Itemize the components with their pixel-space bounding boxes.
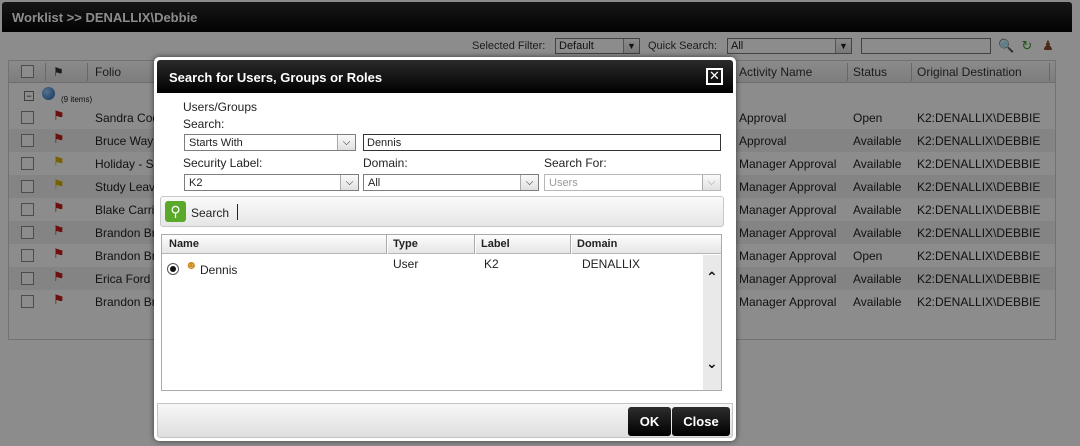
chevron-down-icon[interactable]: ⌄: [706, 355, 718, 372]
close-icon[interactable]: ✕: [706, 68, 723, 85]
result-name: Dennis: [200, 263, 238, 277]
result-radio[interactable]: [167, 263, 179, 275]
search-for-select: Users ⌵: [544, 174, 721, 191]
search-label: Search:: [183, 117, 225, 131]
name-column-header[interactable]: Name: [169, 238, 199, 250]
results-grid: Name Type Label Domain ☻ Dennis User K2 …: [161, 234, 722, 391]
security-label-select[interactable]: K2 ⌵: [184, 174, 359, 191]
type-column-header[interactable]: Type: [393, 238, 418, 250]
search-toolbar: ⚲ Search: [160, 196, 724, 227]
result-label: K2: [484, 257, 499, 271]
search-mode-select[interactable]: Starts With ⌵: [184, 134, 356, 151]
chevron-down-icon: ⌵: [520, 175, 538, 190]
search-icon[interactable]: ⚲: [165, 201, 186, 222]
chevron-up-icon[interactable]: ⌃: [706, 269, 718, 286]
search-users-dialog: Search for Users, Groups or Roles ✕ User…: [154, 57, 736, 441]
ok-button[interactable]: OK: [628, 407, 671, 436]
chevron-down-icon: ⌵: [337, 135, 355, 150]
result-type: User: [393, 257, 419, 271]
toolbar-divider: [237, 204, 238, 220]
dialog-title: Search for Users, Groups or Roles: [169, 70, 383, 85]
result-row[interactable]: ☻ Dennis User K2 DENALLIX: [162, 255, 702, 281]
dialog-footer: OK Close: [157, 403, 733, 438]
dialog-header: Search for Users, Groups or Roles: [157, 60, 733, 93]
search-button[interactable]: Search: [191, 206, 229, 220]
search-mode-value: Starts With: [189, 137, 243, 149]
security-label-value: K2: [189, 177, 203, 189]
search-for-label: Search For:: [544, 156, 607, 170]
domain-column-header[interactable]: Domain: [577, 238, 617, 250]
domain-select[interactable]: All ⌵: [363, 174, 539, 191]
users-groups-label: Users/Groups: [183, 100, 258, 114]
result-domain: DENALLIX: [582, 257, 641, 271]
results-header: Name Type Label Domain: [162, 235, 721, 254]
search-input-value: Dennis: [367, 137, 402, 149]
chevron-down-icon: ⌵: [702, 175, 720, 190]
user-icon: ☻: [185, 258, 198, 272]
search-input[interactable]: Dennis: [363, 134, 721, 151]
results-scrollbar[interactable]: ⌃ ⌄: [703, 255, 721, 390]
label-column-header[interactable]: Label: [481, 238, 510, 250]
security-label-label: Security Label:: [183, 156, 263, 170]
close-button[interactable]: Close: [672, 407, 730, 436]
chevron-down-icon: ⌵: [340, 175, 358, 190]
domain-value: All: [368, 177, 381, 189]
domain-label: Domain:: [363, 156, 408, 170]
search-for-value: Users: [549, 177, 578, 189]
